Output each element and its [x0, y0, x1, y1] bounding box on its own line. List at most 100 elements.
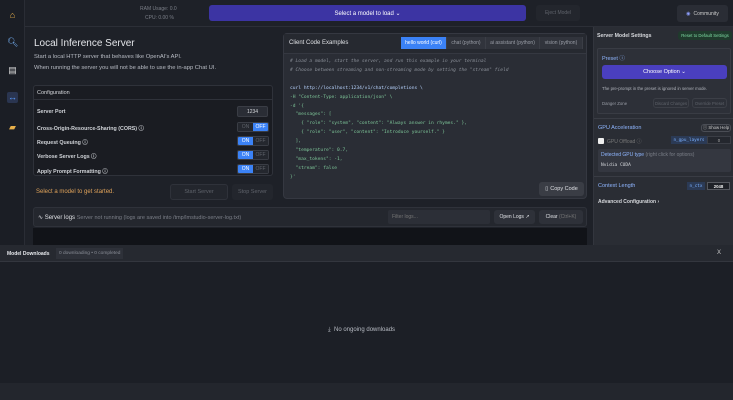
cpu-value: 0.00 %	[158, 15, 174, 21]
tab-chat-python[interactable]: chat (python)	[447, 37, 486, 49]
tab-ai-assistant-python[interactable]: ai assistant (python)	[486, 37, 540, 49]
eject-model-button[interactable]: Eject Model	[536, 5, 580, 21]
code-line: { "role": "user", "content": "Introduce …	[290, 130, 445, 136]
off-option[interactable]: OFF	[253, 123, 268, 131]
tab-vision-python[interactable]: vision (python)	[540, 37, 583, 49]
divider	[594, 176, 733, 177]
code-line: "max_tokens": -1,	[290, 156, 343, 162]
code-block: # Load a model, start the server, and ru…	[290, 58, 509, 183]
choose-preset-dropdown[interactable]: Choose Option ⌄	[602, 65, 727, 79]
tab-hello-world-curl[interactable]: hello world (curl)	[401, 37, 447, 49]
cpu-label: CPU:	[145, 15, 157, 21]
community-label: Community	[693, 10, 719, 17]
off-option[interactable]: OFF	[253, 137, 268, 145]
code-line: ],	[290, 139, 302, 145]
verbose-logs-toggle[interactable]: ON OFF	[237, 150, 269, 160]
page-title: Local Inference Server	[34, 38, 135, 49]
search-icon[interactable]: 🔍︎	[7, 37, 18, 48]
prompt-formatting-toggle[interactable]: ON OFF	[237, 164, 269, 174]
open-logs-button[interactable]: Open Logs ↗	[494, 210, 535, 224]
community-button[interactable]: ◉ Community	[677, 5, 728, 22]
server-port-input[interactable]: 1234	[237, 106, 268, 117]
reset-defaults-button[interactable]: Reset to Default Settings	[678, 31, 732, 40]
code-examples-panel: Client Code Examples hello world (curl) …	[283, 33, 587, 199]
logs-output	[33, 228, 587, 245]
configuration-panel: Configuration Server Port 1234 Cross-Ori…	[33, 85, 273, 176]
folder-icon[interactable]: ▰	[7, 122, 18, 133]
bottom-bar	[0, 383, 733, 400]
n-ctx-tag: n_ctx	[687, 182, 705, 190]
discord-icon: ◉	[686, 10, 691, 17]
show-help-button[interactable]: ⓘ Show Help	[701, 124, 731, 132]
code-line: "messages": [	[290, 112, 332, 118]
code-line: "temperature": 0.7,	[290, 148, 349, 154]
code-line: # Load a model, start the server, and ru…	[290, 59, 487, 64]
on-option[interactable]: ON	[238, 151, 253, 159]
on-option[interactable]: ON	[238, 123, 253, 131]
status-message: Select a model to get started.	[36, 189, 115, 195]
chat-icon[interactable]: ▤	[7, 65, 18, 76]
filter-logs-input[interactable]	[388, 210, 490, 224]
context-length-input[interactable]: 2048	[707, 182, 730, 190]
prompt-formatting-label: Apply Prompt Formatting ⓘ	[37, 169, 108, 175]
subtitle-2: When running the server you will not be …	[34, 65, 217, 71]
ram-value: 0.0	[169, 6, 177, 12]
preset-section: Preset ⓘ Choose Option ⌄ The pre-prompt …	[597, 48, 731, 114]
preset-label: Preset ⓘ	[602, 56, 625, 62]
code-line: curl http://localhost:1234/v1/chat/compl…	[290, 85, 423, 91]
config-title: Configuration	[34, 86, 272, 100]
sidebar: ⌂ 🔍︎ ▤ ↔ ▰	[0, 0, 25, 245]
n-gpu-layers-input[interactable]: 0	[707, 136, 731, 144]
clear-shortcut: (Ctrl+K)	[558, 214, 577, 220]
clear-label: Clear	[545, 214, 558, 220]
verbose-logs-label: Verbose Server Logs ⓘ	[37, 154, 97, 160]
server-logs-bar: ∿ Server logs Server not running (logs a…	[33, 207, 587, 227]
off-option[interactable]: OFF	[253, 165, 268, 173]
danger-zone-label: Danger Zone	[602, 101, 628, 106]
on-option[interactable]: ON	[238, 165, 253, 173]
copy-code-label: Copy Code	[550, 186, 578, 192]
top-bar: RAM Usage: 0.0 CPU: 0.00 % Select a mode…	[25, 0, 733, 27]
start-server-button[interactable]: Start Server	[170, 184, 228, 200]
code-examples-title: Client Code Examples	[289, 40, 349, 46]
gpu-type-value: Nvidia CUDA	[601, 163, 631, 168]
subtitle-1: Start a local HTTP server that behaves l…	[34, 54, 182, 60]
stop-server-button[interactable]: Stop Server	[232, 184, 273, 200]
clear-logs-button[interactable]: Clear (Ctrl+K)	[539, 210, 583, 224]
home-icon[interactable]: ⌂	[7, 10, 18, 21]
detected-gpu-hint: (right click for options)	[645, 152, 695, 158]
context-length-label: Context Length	[598, 183, 636, 189]
gpu-acceleration-label: GPU Acceleration	[598, 125, 642, 131]
discard-changes-button[interactable]: Discard Changes	[653, 98, 689, 108]
copy-code-button[interactable]: ▯ Copy Code	[539, 182, 584, 196]
code-line: -d '{	[290, 103, 304, 109]
off-option[interactable]: OFF	[253, 151, 268, 159]
request-queuing-toggle[interactable]: ON OFF	[237, 136, 269, 146]
gpu-offload-checkbox[interactable]	[598, 138, 604, 144]
cors-label: Cross-Origin-Resource-Sharing (CORS) ⓘ	[37, 126, 144, 132]
downloads-count: 0 downloading • 0 completed	[56, 248, 124, 259]
gpu-offload-label: GPU Offload ⓘ	[607, 139, 642, 145]
server-model-settings-panel: Server Model Settings Reset to Default S…	[593, 27, 733, 245]
ram-label: RAM Usage:	[140, 6, 169, 12]
model-downloads-panel: Model Downloads 0 downloading • 0 comple…	[0, 245, 733, 383]
activity-icon: ∿	[38, 215, 44, 221]
select-model-button[interactable]: Select a model to load ⌄	[209, 5, 526, 21]
downloads-title: Model Downloads	[7, 251, 50, 257]
close-downloads-button[interactable]: X	[717, 250, 721, 256]
server-logs-status: Server not running (logs are saved into …	[76, 215, 242, 221]
n-gpu-layers-tag: n_gpu_layers	[671, 136, 707, 144]
detected-gpu-box[interactable]: Detected GPU type (right click for optio…	[598, 149, 731, 172]
divider	[594, 118, 733, 119]
override-preset-button[interactable]: Override Preset	[692, 98, 727, 108]
request-queuing-label: Request Queuing ⓘ	[37, 140, 88, 146]
clipboard-icon: ▯	[545, 186, 549, 192]
server-port-label: Server Port	[37, 109, 66, 115]
server-icon[interactable]: ↔	[7, 92, 18, 103]
settings-title: Server Model Settings	[597, 33, 652, 39]
on-option[interactable]: ON	[238, 137, 253, 145]
cors-toggle[interactable]: ON OFF	[237, 122, 269, 132]
advanced-configuration-toggle[interactable]: Advanced Configuration ›	[598, 199, 659, 205]
download-icon: ⤓	[328, 327, 331, 333]
code-line: }'	[290, 174, 296, 180]
